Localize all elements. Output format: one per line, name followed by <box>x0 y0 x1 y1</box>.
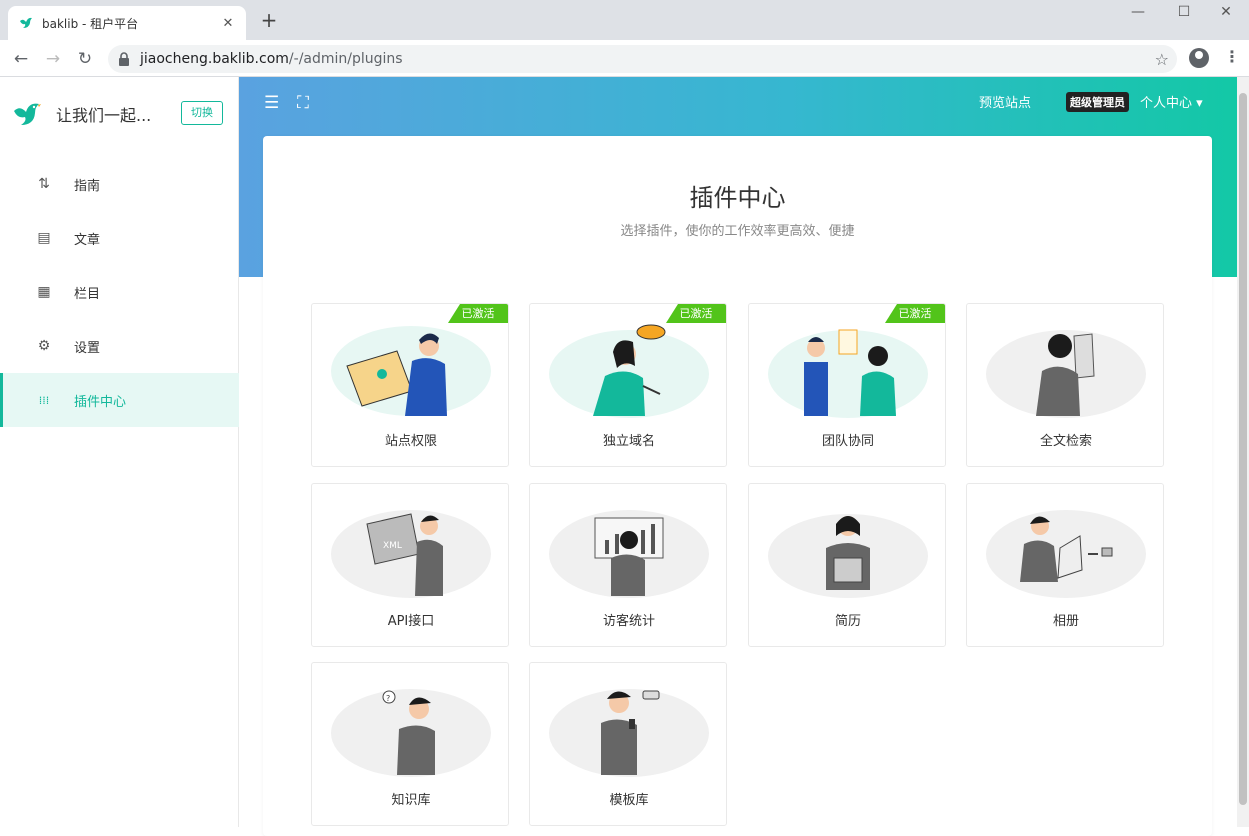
svg-text:XML: XML <box>383 541 402 551</box>
plugin-card-site-permission[interactable]: 已激活 站点权限 <box>311 303 509 467</box>
account-icon[interactable] <box>1189 48 1209 68</box>
page-subtitle: 选择插件，使你的工作效率更高效、便捷 <box>620 224 855 239</box>
user-center-dropdown[interactable]: 个人中心 ▾ <box>1140 92 1203 111</box>
plugin-label: 相册 <box>1052 614 1079 629</box>
sidebar-item-plugins[interactable]: ⁞⁞⁞ 插件中心 <box>0 373 239 427</box>
plugin-label: 全文检索 <box>1039 434 1092 449</box>
browser-tab-strip: baklib - 租户平台 ✕ + — ☐ ✕ <box>0 0 1249 40</box>
sidebar-item-label: 文章 <box>74 232 101 248</box>
workspace-name: 让我们一起... <box>56 106 152 125</box>
sidebar-item-articles[interactable]: ▤ 文章 <box>0 211 239 265</box>
sidebar-item-settings[interactable]: ⚙ 设置 <box>0 319 239 373</box>
plugin-panel: 插件中心 选择插件，使你的工作效率更高效、便捷 已激活 站点权限 已激活 独立域… <box>263 136 1212 836</box>
sidebar-item-label: 指南 <box>74 178 101 194</box>
browser-menu-icon[interactable]: ⋮ <box>1224 47 1240 66</box>
minimize-button[interactable]: — <box>1115 0 1161 24</box>
browser-tab[interactable]: baklib - 租户平台 ✕ <box>8 6 246 40</box>
plugin-label: 模板库 <box>609 793 649 808</box>
phone-person-illustration-icon <box>549 689 709 777</box>
plugin-label: 访客统计 <box>602 614 655 629</box>
page-scrollbar[interactable] <box>1237 77 1249 827</box>
stats-board-illustration-icon <box>549 510 709 598</box>
question-person-illustration-icon: ? <box>331 689 491 777</box>
bookmark-star-icon[interactable]: ☆ <box>1155 50 1169 69</box>
thinking-person-illustration-icon <box>549 324 709 418</box>
signpost-icon: ⇅ <box>38 176 50 192</box>
plugin-card-visitor-stats[interactable]: 访客统计 <box>529 483 727 647</box>
sidebar: 让我们一起... 切换 ⇅ 指南 ▤ 文章 ▦ 栏目 ⚙ 设置 ⁞⁞⁞ 插件中心 <box>0 77 239 827</box>
plugin-card-resume[interactable]: 简历 <box>748 483 946 647</box>
xml-api-illustration-icon: XML <box>331 510 491 598</box>
url-path: /-/admin/plugins <box>288 51 403 67</box>
list-toggle-icon[interactable]: ☰ <box>264 93 279 113</box>
plugin-label: API接口 <box>387 614 435 629</box>
plugin-label: 站点权限 <box>384 434 437 449</box>
sidebar-item-label: 栏目 <box>74 286 101 302</box>
reload-button[interactable]: ↻ <box>74 48 96 70</box>
baklib-favicon-icon <box>20 17 32 28</box>
team-illustration-icon <box>768 329 928 418</box>
gear-icon: ⚙ <box>37 338 51 354</box>
tab-title: baklib - 租户平台 <box>42 16 139 31</box>
grid-icon: ▦ <box>37 284 51 300</box>
article-icon: ▤ <box>37 230 51 246</box>
baklib-logo-icon <box>14 103 41 125</box>
sidebar-item-guide[interactable]: ⇅ 指南 <box>0 157 239 211</box>
maximize-button[interactable]: ☐ <box>1161 0 1207 24</box>
plugin-card-custom-domain[interactable]: 已激活 独立域名 <box>529 303 727 467</box>
scrollbar-thumb[interactable] <box>1239 93 1247 805</box>
plugin-label: 团队协同 <box>821 434 874 449</box>
preview-site-link[interactable]: 预览站点 <box>979 92 1031 111</box>
plugin-label: 简历 <box>834 614 861 629</box>
page-title: 插件中心 <box>689 184 786 212</box>
address-bar: ← → ↻ jiaocheng.baklib.com/-/admin/plugi… <box>0 40 1249 77</box>
url-text: jiaocheng.baklib.com/-/admin/plugins <box>140 51 403 67</box>
plugin-card-album[interactable]: 相册 <box>966 483 1164 647</box>
fullscreen-icon[interactable]: ⛶ <box>297 93 309 113</box>
svg-text:?: ? <box>386 694 390 703</box>
window-close-button[interactable]: ✕ <box>1203 0 1249 24</box>
plugin-label: 独立域名 <box>602 434 655 449</box>
sidebar-item-columns[interactable]: ▦ 栏目 <box>0 265 239 319</box>
apps-icon: ⁞⁞⁞ <box>38 393 50 407</box>
sidebar-item-label: 插件中心 <box>74 394 127 410</box>
sidebar-menu: ⇅ 指南 ▤ 文章 ▦ 栏目 ⚙ 设置 ⁞⁞⁞ 插件中心 <box>0 157 239 427</box>
lock-icon <box>119 52 129 66</box>
plugin-card-knowledge-base[interactable]: ? 知识库 <box>311 662 509 826</box>
plugin-label: 知识库 <box>391 793 431 808</box>
sidebar-item-label: 设置 <box>74 340 101 356</box>
new-tab-button[interactable]: + <box>258 9 280 31</box>
plugin-card-template-library[interactable]: 模板库 <box>529 662 727 826</box>
laptop-person-illustration-icon <box>331 326 491 416</box>
url-field[interactable]: jiaocheng.baklib.com/-/admin/plugins ☆ <box>108 45 1177 73</box>
forward-button[interactable]: → <box>42 48 64 70</box>
role-badge: 超级管理员 <box>1066 92 1129 112</box>
resume-person-illustration-icon <box>768 514 928 598</box>
album-laptop-illustration-icon <box>986 510 1146 598</box>
plugin-card-api[interactable]: XML API接口 <box>311 483 509 647</box>
tab-close-icon[interactable]: ✕ <box>220 16 236 31</box>
back-button[interactable]: ← <box>10 48 32 70</box>
search-person-illustration-icon <box>986 330 1146 418</box>
plugin-card-full-text-search[interactable]: 全文检索 <box>966 303 1164 467</box>
plugin-card-team-collaboration[interactable]: 已激活 团队协同 <box>748 303 946 467</box>
url-host: jiaocheng.baklib.com <box>140 51 289 67</box>
brand: 让我们一起... <box>12 99 151 129</box>
switch-workspace-button[interactable]: 切换 <box>181 101 223 125</box>
